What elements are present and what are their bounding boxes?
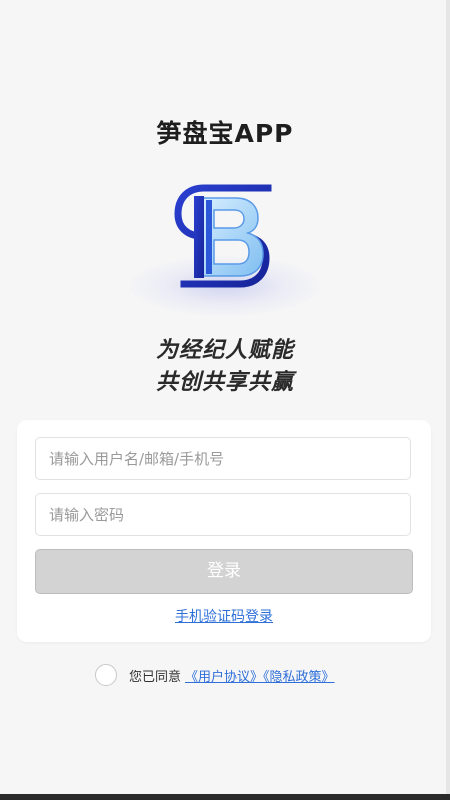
login-card: 登录 手机验证码登录: [17, 420, 431, 642]
logo: [120, 176, 330, 326]
slogan-line-2: 共创共享共赢: [155, 370, 294, 395]
agreement-label: 您已同意: [129, 669, 182, 685]
agreement-row: 您已同意 《用户协议》《隐私政策》: [95, 663, 335, 687]
sb-logo-icon: [174, 184, 272, 288]
username-input[interactable]: [35, 437, 411, 480]
slogan-line-1: 为经纪人赋能: [155, 338, 294, 363]
bottom-bar: [0, 794, 450, 800]
sms-login-link[interactable]: 手机验证码登录: [17, 606, 431, 626]
page-title: 笋盘宝APP: [156, 119, 294, 148]
login-button[interactable]: 登录: [35, 549, 413, 594]
agreement-checkbox[interactable]: [95, 664, 117, 686]
login-page: 笋盘宝APP 为经纪人赋能 共创共享共赢 请输入用户名/邮箱/手机号 登录 手机…: [0, 0, 450, 800]
password-input[interactable]: [35, 493, 411, 536]
agreement-policy-links[interactable]: 《用户协议》《隐私政策》: [185, 666, 335, 685]
